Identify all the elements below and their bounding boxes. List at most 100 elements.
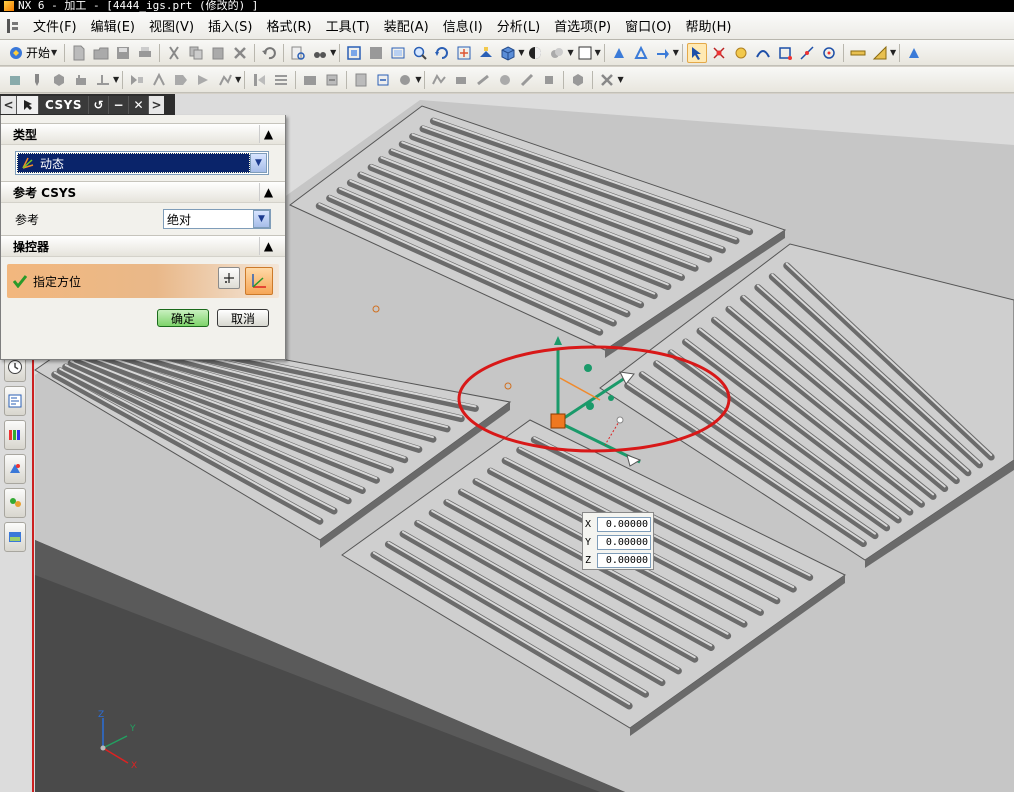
create-method-icon[interactable] (71, 70, 91, 90)
output-icon[interactable] (373, 70, 393, 90)
curve-icon[interactable] (753, 43, 773, 63)
dialog-pointer-icon[interactable] (16, 95, 38, 114)
open-icon[interactable] (91, 43, 111, 63)
cancel-button[interactable]: 取消 (217, 309, 269, 327)
type-dropdown[interactable]: 动态 ▼ (15, 151, 269, 175)
render-style-icon[interactable] (525, 43, 545, 63)
print-icon[interactable] (135, 43, 155, 63)
cut-object-icon[interactable] (451, 70, 471, 90)
menu-tools[interactable]: 工具(T) (319, 16, 377, 35)
move-layer-icon[interactable] (653, 43, 673, 63)
more-tools-icon[interactable] (904, 43, 924, 63)
cut-icon[interactable] (164, 43, 184, 63)
z-coord-field[interactable]: 0.00000 (597, 552, 651, 568)
operation-navigator-icon[interactable] (4, 386, 26, 416)
display-object-icon[interactable] (495, 70, 515, 90)
binoculars-icon[interactable] (310, 43, 330, 63)
y-coord-field[interactable]: 0.00000 (597, 534, 651, 550)
workpiece-icon[interactable] (568, 70, 588, 90)
role-icon[interactable] (4, 488, 26, 518)
layer-settings-icon[interactable] (631, 43, 651, 63)
type-dropdown-arrow-icon[interactable]: ▼ (250, 153, 267, 173)
geometry-view-icon[interactable] (171, 70, 191, 90)
verify-path-icon[interactable] (300, 70, 320, 90)
dialog-close-icon[interactable]: ✕ (128, 95, 149, 114)
start-button[interactable]: 开始 ▼ (4, 43, 61, 63)
machine-tool-icon[interactable] (149, 70, 169, 90)
collapse-reference-icon[interactable]: ▲ (259, 183, 277, 201)
manipulator-section-header[interactable]: 操控器 ▲ (1, 235, 285, 257)
post-process-icon[interactable] (322, 70, 342, 90)
list-path-icon[interactable] (271, 70, 291, 90)
x-coord-field[interactable]: 0.00000 (597, 516, 651, 532)
object-ops-icon[interactable] (473, 70, 493, 90)
close-x-icon[interactable] (597, 70, 617, 90)
create-operation-icon[interactable] (93, 70, 113, 90)
menu-information[interactable]: 信息(I) (436, 16, 490, 35)
delete-icon[interactable] (230, 43, 250, 63)
machine-tool-navigator-icon[interactable] (4, 454, 26, 484)
edit-object-icon[interactable] (429, 70, 449, 90)
palette-icon[interactable] (4, 420, 26, 450)
transform-icon[interactable] (517, 70, 537, 90)
rotate-icon[interactable] (432, 43, 452, 63)
create-tool-icon[interactable] (27, 70, 47, 90)
method-view-icon[interactable] (193, 70, 213, 90)
system-visualization-icon[interactable] (4, 522, 26, 552)
select-filter-icon[interactable] (686, 42, 707, 63)
menu-window[interactable]: 窗口(O) (618, 16, 678, 35)
reference-section-header[interactable]: 参考 CSYS ▲ (1, 181, 285, 203)
reference-dropdown[interactable]: 绝对 ▼ (163, 209, 271, 229)
menu-analysis[interactable]: 分析(L) (490, 16, 547, 35)
csys-origin-handle[interactable] (550, 413, 566, 429)
zoom-region-icon[interactable] (388, 43, 408, 63)
measure-icon[interactable] (848, 43, 868, 63)
snap-center-icon[interactable] (819, 43, 839, 63)
create-geometry-icon[interactable] (49, 70, 69, 90)
zoom-window-icon[interactable] (366, 43, 386, 63)
collapse-manipulator-icon[interactable]: ▲ (259, 237, 277, 255)
new-icon[interactable] (69, 43, 89, 63)
snap-mid-icon[interactable] (797, 43, 817, 63)
menu-format[interactable]: 格式(R) (259, 16, 318, 35)
snap-end-icon[interactable] (775, 43, 795, 63)
fit-icon[interactable] (344, 43, 364, 63)
layer-blue-icon[interactable] (609, 43, 629, 63)
menu-help[interactable]: 帮助(H) (679, 16, 739, 35)
menu-view[interactable]: 视图(V) (142, 16, 201, 35)
display-box-icon[interactable] (575, 43, 595, 63)
view-orient-icon[interactable] (476, 43, 496, 63)
program-order-icon[interactable] (127, 70, 147, 90)
replay-path-icon[interactable] (249, 70, 269, 90)
menu-insert[interactable]: 插入(S) (201, 16, 259, 35)
feeds-icon[interactable] (395, 70, 415, 90)
reference-dropdown-arrow-icon[interactable]: ▼ (253, 210, 270, 228)
point-dialog-icon[interactable] (218, 267, 240, 289)
menu-preferences[interactable]: 首选项(P) (547, 16, 618, 35)
dialog-collapse-right-icon[interactable]: > (148, 95, 165, 114)
zoom-icon[interactable] (410, 43, 430, 63)
ok-button[interactable]: 确定 (157, 309, 209, 327)
generate-path-icon[interactable] (215, 70, 235, 90)
type-section-header[interactable]: 类型 ▲ (1, 123, 285, 145)
command-finder-icon[interactable] (288, 43, 308, 63)
pan-icon[interactable] (454, 43, 474, 63)
paste-icon[interactable] (208, 43, 228, 63)
specify-orientation-row[interactable]: 指定方位 (7, 264, 279, 298)
snap-icon[interactable] (709, 43, 729, 63)
save-icon[interactable] (113, 43, 133, 63)
copy-icon[interactable] (186, 43, 206, 63)
undo-icon[interactable] (259, 43, 279, 63)
info-object-icon[interactable] (539, 70, 559, 90)
menu-edit[interactable]: 编辑(E) (84, 16, 142, 35)
ruler-icon[interactable] (870, 43, 890, 63)
shaded-cube-icon[interactable] (498, 43, 518, 63)
background-icon[interactable] (547, 43, 567, 63)
collapse-type-icon[interactable]: ▲ (259, 125, 277, 143)
shop-doc-icon[interactable] (351, 70, 371, 90)
menu-assemblies[interactable]: 装配(A) (377, 16, 436, 35)
create-program-icon[interactable] (5, 70, 25, 90)
dialog-reset-icon[interactable]: ↺ (88, 95, 109, 114)
csys-dialog-icon[interactable] (245, 267, 273, 295)
dialog-minimize-icon[interactable]: − (108, 95, 129, 114)
